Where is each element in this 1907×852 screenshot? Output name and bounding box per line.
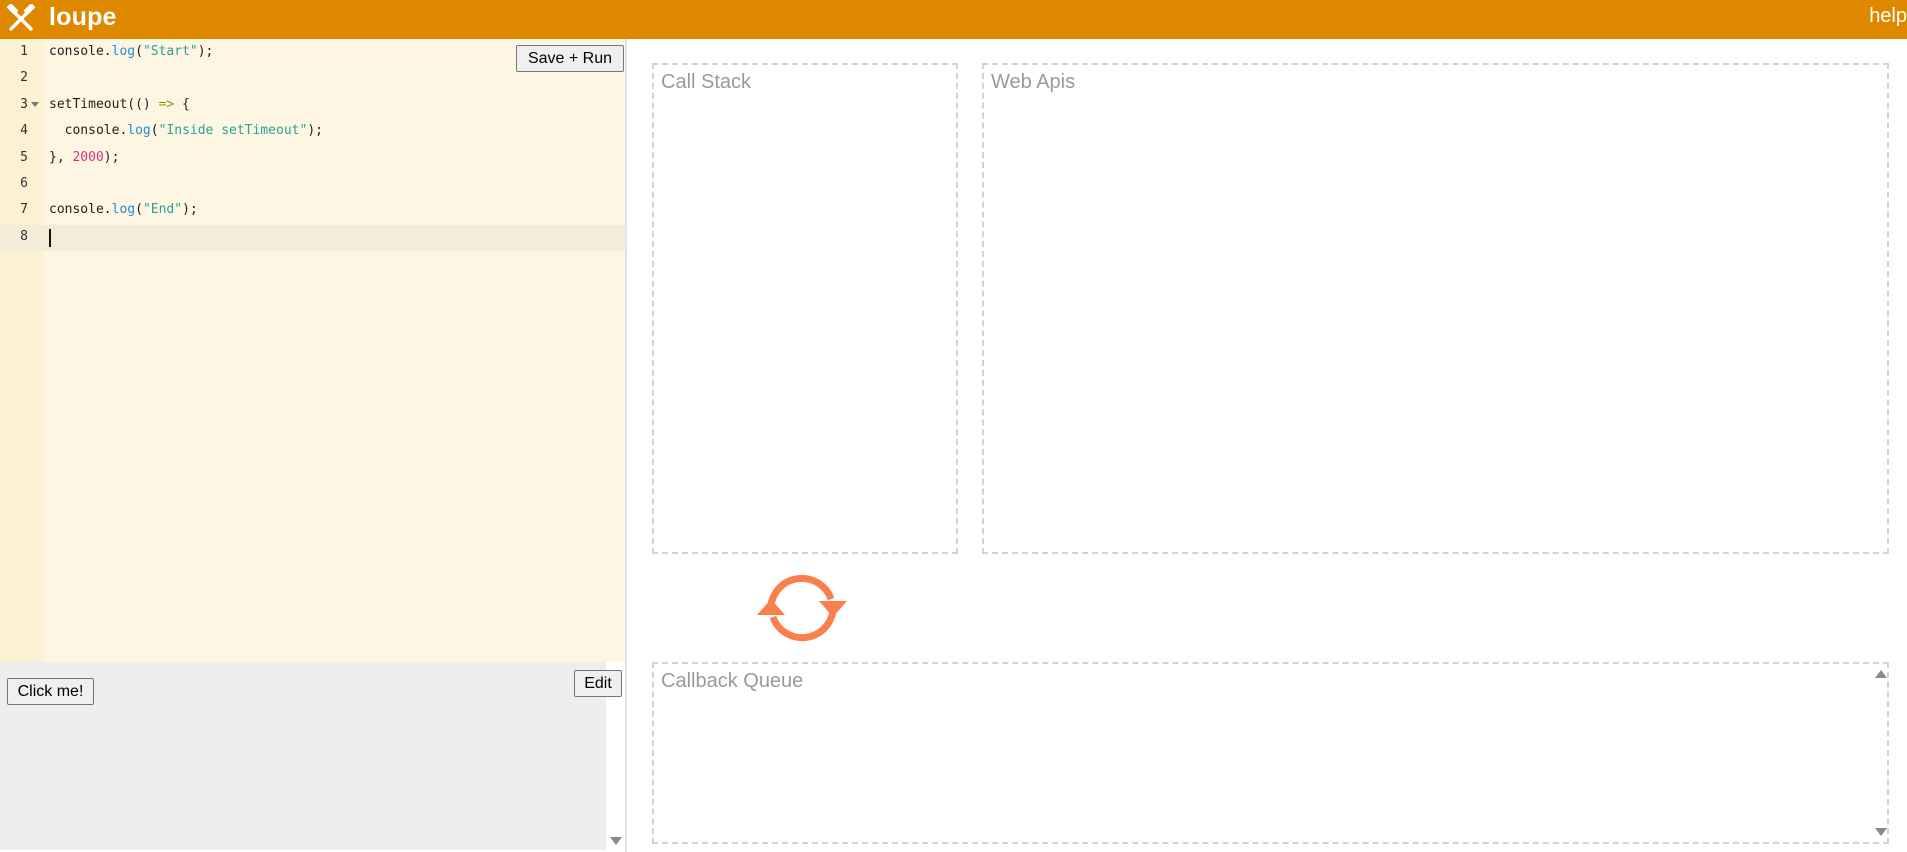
scroll-up-icon[interactable] — [1875, 670, 1887, 678]
help-link[interactable]: help — [1869, 5, 1907, 28]
code-editor[interactable]: 1 console.log("Start"); 2 3 setTimeout(() =>… — [0, 39, 625, 662]
call-stack-panel: Call Stack — [652, 63, 958, 554]
line-number: 8 — [20, 228, 28, 244]
code-text: setTimeout(() => { — [49, 96, 190, 112]
save-run-button[interactable]: Save + Run — [516, 45, 624, 72]
pane-divider[interactable] — [625, 39, 627, 852]
line-number: 6 — [20, 176, 28, 191]
callback-queue-panel: Callback Queue — [652, 662, 1889, 844]
line-number: 3 — [20, 96, 28, 112]
code-line[interactable]: 5 }, 2000); — [0, 146, 625, 172]
code-text: console.log("Inside setTimeout"); — [49, 123, 323, 139]
text-cursor — [49, 228, 51, 247]
web-apis-panel: Web Apis — [982, 63, 1889, 554]
tools-hammer-icon — [6, 4, 36, 31]
line-number: 5 — [20, 149, 28, 165]
fold-arrow-icon[interactable] — [31, 101, 39, 107]
refresh-loop-icon — [757, 574, 847, 642]
code-line[interactable]: 7 console.log("End"); — [0, 198, 625, 224]
line-number: 1 — [20, 44, 28, 59]
click-me-button[interactable]: Click me! — [7, 678, 94, 705]
app-title: loupe — [49, 3, 117, 31]
callback-queue-title: Callback Queue — [661, 670, 804, 692]
code-text: console.log("Start"); — [49, 44, 214, 59]
scroll-down-icon[interactable] — [610, 837, 622, 845]
scroll-down-icon[interactable] — [1875, 828, 1887, 836]
line-number: 2 — [20, 70, 28, 86]
line-number: 7 — [20, 202, 28, 218]
code-text: }, 2000); — [49, 149, 120, 165]
call-stack-title: Call Stack — [661, 71, 752, 93]
code-line[interactable]: 6 — [0, 172, 625, 198]
line-number: 4 — [20, 123, 28, 139]
web-apis-title: Web Apis — [991, 71, 1076, 93]
code-line[interactable]: 3 setTimeout(() => { — [0, 93, 625, 119]
code-line[interactable]: 4 console.log("Inside setTimeout"); — [0, 119, 625, 145]
code-text: console.log("End"); — [49, 202, 198, 218]
edit-button[interactable]: Edit — [574, 670, 622, 697]
code-line[interactable]: 8 — [0, 224, 625, 251]
top-bar: loupe help — [0, 0, 1907, 39]
